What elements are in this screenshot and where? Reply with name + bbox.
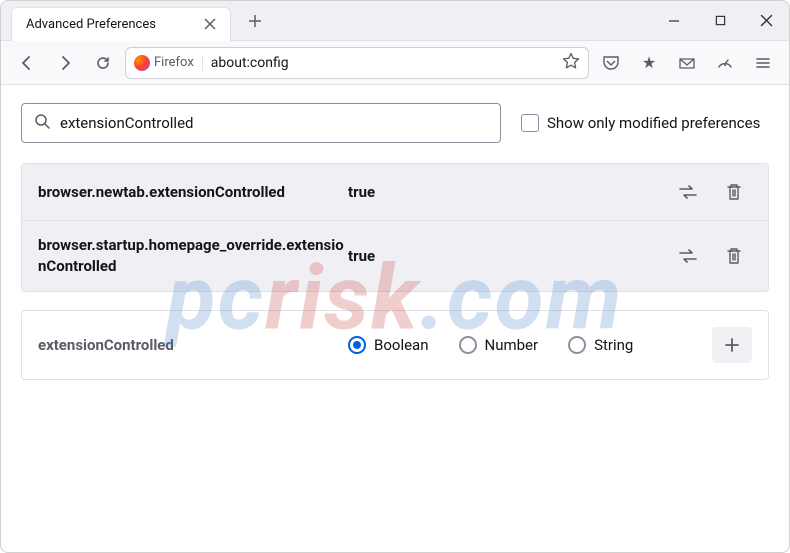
extension-icon[interactable]: ★	[633, 47, 665, 79]
search-row: Show only modified preferences	[21, 103, 769, 143]
search-input[interactable]	[60, 114, 488, 132]
identity-box[interactable]: Firefox	[134, 55, 203, 71]
show-modified-checkbox-row[interactable]: Show only modified preferences	[521, 114, 760, 132]
search-box[interactable]	[21, 103, 501, 143]
radio-label: Number	[485, 336, 539, 354]
new-preference-section: extensionControlled Boolean Number Strin…	[21, 310, 769, 380]
preference-name: browser.startup.homepage_override.extens…	[38, 235, 348, 277]
type-option-number[interactable]: Number	[459, 336, 539, 354]
toggle-button[interactable]	[670, 242, 706, 270]
type-options: Boolean Number String	[348, 336, 712, 354]
reload-button[interactable]	[87, 47, 119, 79]
close-tab-icon[interactable]	[200, 14, 220, 34]
delete-button[interactable]	[716, 242, 752, 270]
preference-value: true	[348, 183, 670, 201]
maximize-button[interactable]	[697, 1, 743, 41]
browser-tab[interactable]: Advanced Preferences	[11, 7, 231, 41]
new-preference-name: extensionControlled	[38, 336, 348, 354]
preference-actions	[670, 242, 752, 270]
radio-icon[interactable]	[348, 336, 366, 354]
minimize-button[interactable]	[651, 1, 697, 41]
content-area: Show only modified preferences browser.n…	[1, 85, 789, 398]
menu-button[interactable]	[747, 47, 779, 79]
tab-title: Advanced Preferences	[26, 17, 200, 32]
speedometer-icon[interactable]	[709, 47, 741, 79]
checkbox-icon[interactable]	[521, 114, 539, 132]
type-option-string[interactable]: String	[568, 336, 633, 354]
forward-button[interactable]	[49, 47, 81, 79]
radio-label: Boolean	[374, 336, 429, 354]
radio-icon[interactable]	[568, 336, 586, 354]
titlebar: Advanced Preferences	[1, 1, 789, 41]
window-controls	[651, 1, 789, 41]
toolbar: Firefox about:config ★	[1, 41, 789, 85]
identity-label: Firefox	[154, 55, 194, 70]
new-tab-button[interactable]	[241, 7, 269, 35]
back-button[interactable]	[11, 47, 43, 79]
url-text: about:config	[211, 55, 554, 71]
checkbox-label: Show only modified preferences	[547, 114, 760, 132]
window-frame: Advanced Preferences	[0, 0, 790, 553]
add-preference-button[interactable]	[712, 327, 752, 363]
preferences-table: browser.newtab.extensionControlled true …	[21, 163, 769, 292]
radio-icon[interactable]	[459, 336, 477, 354]
close-window-button[interactable]	[743, 1, 789, 41]
firefox-logo-icon	[134, 55, 150, 71]
bookmark-star-icon[interactable]	[562, 52, 580, 74]
preference-actions	[670, 178, 752, 206]
preference-row[interactable]: browser.newtab.extensionControlled true	[22, 164, 768, 221]
preference-value: true	[348, 247, 670, 265]
search-icon	[34, 113, 50, 133]
preference-row[interactable]: browser.startup.homepage_override.extens…	[22, 221, 768, 291]
preference-name: browser.newtab.extensionControlled	[38, 182, 348, 203]
type-option-boolean[interactable]: Boolean	[348, 336, 429, 354]
toggle-button[interactable]	[670, 178, 706, 206]
mail-icon[interactable]	[671, 47, 703, 79]
pocket-icon[interactable]	[595, 47, 627, 79]
delete-button[interactable]	[716, 178, 752, 206]
radio-label: String	[594, 336, 633, 354]
addressbar[interactable]: Firefox about:config	[125, 47, 589, 79]
